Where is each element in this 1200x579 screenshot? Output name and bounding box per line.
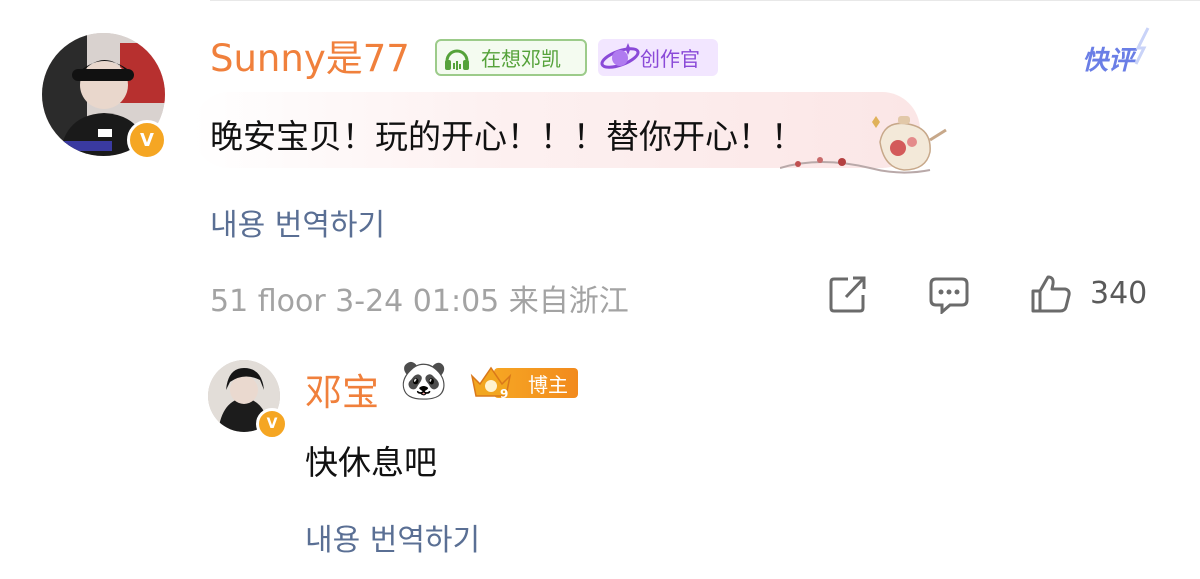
- music-badge-label: 在想邓凯: [481, 47, 561, 71]
- verified-badge: V: [127, 120, 167, 160]
- username[interactable]: Sunny是77: [210, 40, 410, 77]
- reply-text: 快休息吧: [305, 443, 437, 482]
- creator-badge[interactable]: 创作官: [598, 39, 718, 76]
- share-icon[interactable]: [828, 275, 868, 313]
- creator-badge-label: 创作官: [640, 47, 700, 71]
- comment-icon[interactable]: [928, 276, 970, 314]
- comment-text: 晚安宝贝！玩的开心！！！替你开心！！: [210, 117, 804, 156]
- reply-username[interactable]: 邓宝: [305, 362, 379, 416]
- comment-meta: 51 floor 3-24 01:05 来自浙江: [210, 284, 629, 319]
- panda-emoji: 🐼: [400, 358, 448, 402]
- divider-line: [210, 0, 1200, 1]
- reply-verified-mark: V: [266, 416, 278, 432]
- headphone-icon: [437, 41, 477, 74]
- creator-icon: [598, 39, 644, 76]
- quick-comment-button[interactable]: 快评: [1082, 40, 1134, 77]
- sparkle-icon: [1134, 27, 1150, 65]
- crown-icon: 9: [470, 366, 512, 401]
- translate-link[interactable]: 내용 번역하기: [210, 200, 385, 244]
- host-badge[interactable]: 博主 9: [468, 362, 578, 402]
- host-level: 9: [500, 387, 508, 401]
- like-icon[interactable]: [1030, 274, 1072, 314]
- reply-translate-link[interactable]: 내용 번역하기: [305, 515, 480, 559]
- reply-verified-badge: V: [256, 408, 288, 440]
- teapot-decoration: [780, 116, 947, 174]
- verified-mark: V: [140, 129, 154, 151]
- like-count: 340: [1090, 276, 1148, 311]
- music-badge[interactable]: 在想邓凯: [435, 39, 587, 76]
